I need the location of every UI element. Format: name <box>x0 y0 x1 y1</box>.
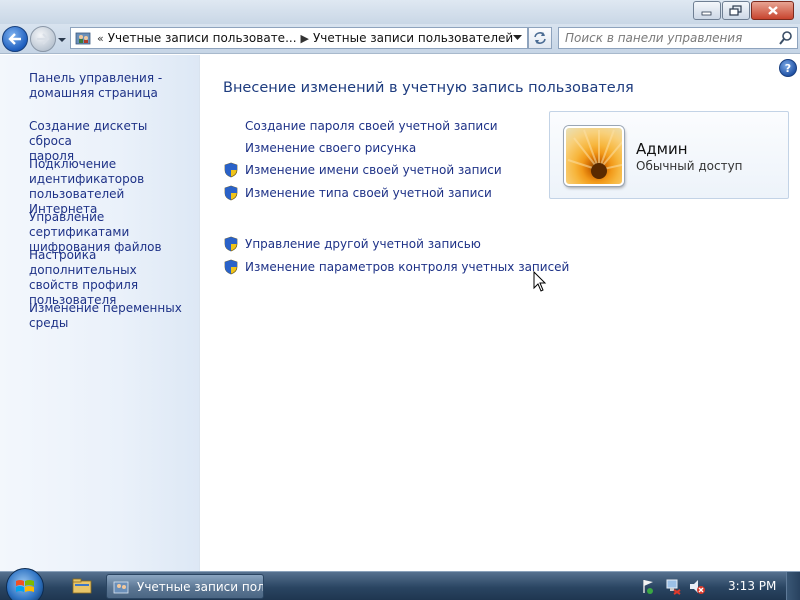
user-name: Админ <box>636 140 688 158</box>
window-controls <box>692 1 794 20</box>
user-account-card: Админ Обычный доступ <box>549 111 789 199</box>
sidebar-item-environment-variables[interactable]: Изменение переменных среды <box>29 301 194 331</box>
taskbar: Учетные записи пол... 3:13 PM <box>0 568 800 600</box>
sidebar-item-advanced-profile-properties[interactable]: Настройка дополнительных свойств профиля… <box>29 248 194 308</box>
mouse-cursor-icon <box>533 271 547 292</box>
action-center-flag-icon[interactable] <box>640 578 658 595</box>
sidebar: Панель управления - домашняя страница Со… <box>0 55 200 571</box>
task-change-picture[interactable]: Изменение своего рисунка <box>245 141 416 155</box>
address-dropdown-button[interactable] <box>509 30 525 46</box>
volume-muted-icon[interactable] <box>688 578 706 595</box>
uac-shield-icon <box>224 259 238 275</box>
user-avatar[interactable] <box>564 126 624 186</box>
task-manage-another-account[interactable]: Управление другой учетной записью <box>245 237 481 251</box>
task-uac-settings[interactable]: Изменение параметров контроля учетных за… <box>245 260 569 274</box>
close-icon <box>767 6 778 15</box>
flower-picture-icon <box>567 129 622 179</box>
uac-shield-icon <box>224 162 238 178</box>
show-desktop-button[interactable] <box>786 572 800 600</box>
refresh-button[interactable] <box>528 27 552 49</box>
search-box[interactable] <box>558 27 798 49</box>
breadcrumb-item-current[interactable]: Учетные записи пользователей <box>313 31 513 45</box>
recent-pages-dropdown-icon[interactable] <box>57 35 67 45</box>
breadcrumb-item-parent[interactable]: Учетные записи пользовате... <box>108 31 297 45</box>
task-change-account-name[interactable]: Изменение имени своей учетной записи <box>245 163 502 177</box>
breadcrumb-separator[interactable]: ▶ <box>301 32 309 45</box>
sidebar-item-control-panel-home[interactable]: Панель управления - домашняя страница <box>29 71 194 101</box>
explorer-folder-icon[interactable] <box>72 577 92 595</box>
back-button[interactable] <box>2 26 28 52</box>
system-tray <box>640 578 706 595</box>
title-bar <box>0 0 800 24</box>
close-button[interactable] <box>751 1 794 20</box>
network-icon[interactable] <box>664 578 682 595</box>
minimize-icon <box>701 11 712 15</box>
refresh-icon <box>534 32 546 44</box>
task-create-password[interactable]: Создание пароля своей учетной записи <box>245 119 498 133</box>
page-title: Внесение изменений в учетную запись поль… <box>223 80 634 96</box>
arrow-left-icon <box>8 33 21 45</box>
users-folder-icon <box>113 581 129 593</box>
users-folder-icon <box>75 32 91 45</box>
restore-icon <box>729 4 742 16</box>
main-content: ? Внесение изменений в учетную запись по… <box>201 55 800 571</box>
breadcrumb-overflow[interactable]: « <box>97 32 104 45</box>
chevron-down-icon <box>512 35 522 40</box>
taskbar-item-user-accounts[interactable]: Учетные записи пол... <box>106 574 264 599</box>
search-input[interactable] <box>559 28 769 48</box>
address-bar[interactable]: « Учетные записи пользовате... ▶ Учетные… <box>70 27 528 49</box>
maximize-button[interactable] <box>722 1 750 20</box>
sidebar-item-link-online-ids[interactable]: Подключение идентификаторов пользователе… <box>29 157 194 217</box>
minimize-button[interactable] <box>693 1 721 20</box>
task-change-account-type[interactable]: Изменение типа своей учетной записи <box>245 186 492 200</box>
uac-shield-icon <box>224 185 238 201</box>
taskbar-clock[interactable]: 3:13 PM <box>728 579 776 593</box>
start-button[interactable] <box>6 568 44 600</box>
taskbar-item-label: Учетные записи пол... <box>137 579 264 594</box>
search-icon[interactable] <box>778 30 794 46</box>
uac-shield-icon <box>224 236 238 252</box>
forward-button[interactable] <box>30 26 56 52</box>
arrow-right-icon <box>37 33 50 45</box>
user-account-type: Обычный доступ <box>636 159 743 173</box>
windows-logo-icon <box>16 580 34 592</box>
help-icon[interactable]: ? <box>779 59 797 77</box>
navigation-bar: « Учетные записи пользовате... ▶ Учетные… <box>0 24 800 54</box>
